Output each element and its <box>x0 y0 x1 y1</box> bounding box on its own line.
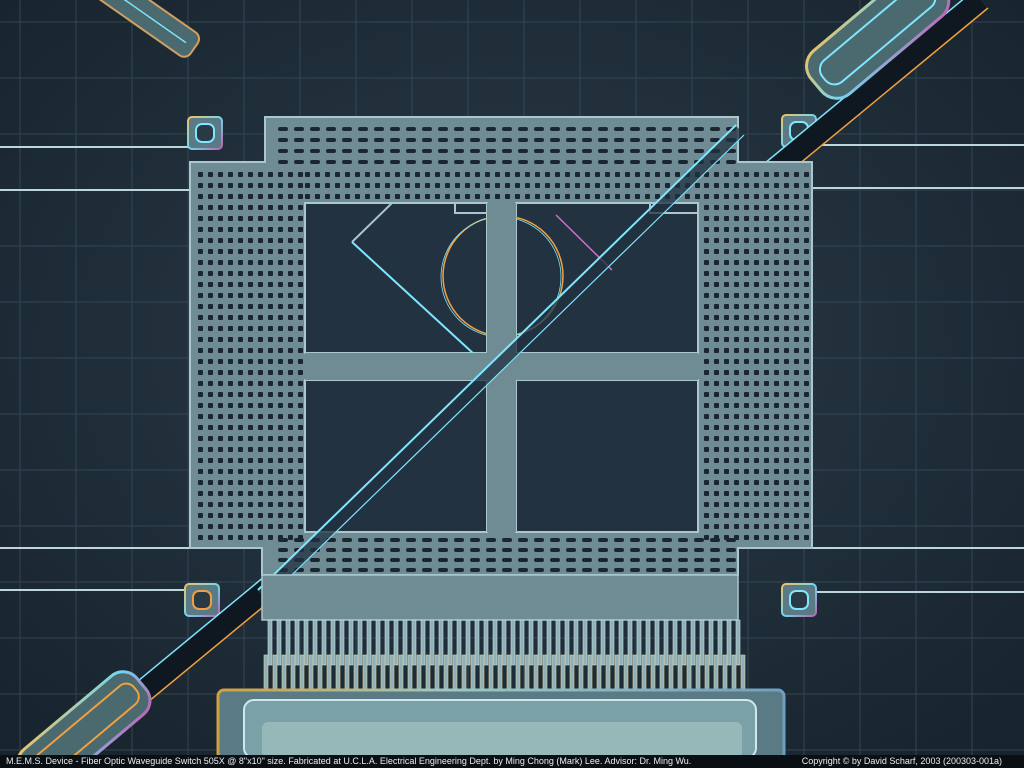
caption-bar: M.E.M.S. Device - Fiber Optic Waveguide … <box>0 755 1024 768</box>
mems-device-illustration <box>0 0 1024 768</box>
comb-anchor <box>216 688 786 762</box>
caption-copyright: Copyright © by David Scharf, 2003 (20030… <box>801 756 1002 766</box>
window-bottom-right <box>515 379 699 533</box>
mems-micrograph: M.E.M.S. Device - Fiber Optic Waveguide … <box>0 0 1024 768</box>
comb-drive <box>261 574 739 621</box>
caption-description: M.E.M.S. Device - Fiber Optic Waveguide … <box>6 756 692 766</box>
bond-pad-bottom-right <box>781 583 817 617</box>
bond-pad-top-left <box>187 116 223 150</box>
window-top-left <box>304 202 488 354</box>
bond-pad-bottom-left <box>184 583 220 617</box>
